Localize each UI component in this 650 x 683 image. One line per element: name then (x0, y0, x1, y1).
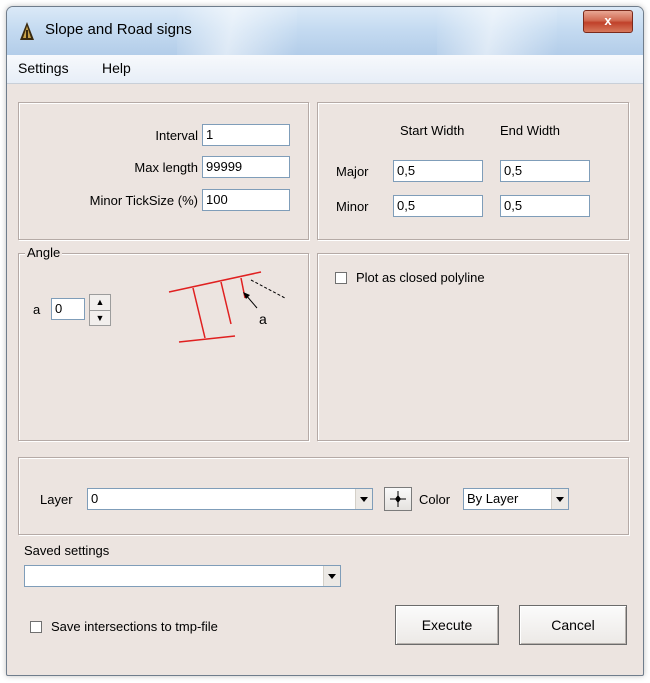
menu-help[interactable]: Help (102, 60, 131, 76)
angle-a-label: a (33, 302, 41, 317)
save-intersections-checkbox[interactable] (30, 621, 42, 633)
layer-label: Layer (40, 492, 73, 507)
layer-group: Layer 0 Color By Layer (18, 457, 629, 535)
minor-label: Minor (336, 199, 369, 214)
widths-group: Start Width End Width Major 0,5 0,5 Mino… (317, 102, 629, 240)
window-title: Slope and Road signs (45, 21, 192, 38)
angle-a-input[interactable]: 0 (51, 298, 85, 320)
angle-diagram: a (168, 271, 286, 343)
title-bar-glare (437, 7, 557, 55)
major-start-width-input[interactable]: 0,5 (393, 160, 483, 182)
color-dropdown-arrow-icon[interactable] (551, 489, 568, 509)
color-value: By Layer (467, 491, 519, 506)
start-width-header: Start Width (400, 123, 465, 138)
close-button[interactable]: x (583, 10, 633, 33)
max-length-input[interactable]: 99999 (202, 156, 290, 178)
title-bar-glare (177, 7, 297, 55)
spin-down-icon[interactable]: ▼ (90, 311, 110, 326)
saved-settings-dropdown[interactable] (24, 565, 341, 587)
menu-settings[interactable]: Settings (18, 60, 69, 76)
spin-up-icon[interactable]: ▲ (90, 295, 110, 311)
angle-spinner[interactable]: ▲ ▼ (89, 294, 111, 326)
closed-polyline-label: Plot as closed polyline (356, 270, 485, 285)
layer-dropdown[interactable]: 0 (87, 488, 373, 510)
angle-diagram-label: a (259, 311, 267, 327)
max-length-label: Max length (134, 160, 198, 175)
layer-value: 0 (91, 491, 99, 506)
major-label: Major (336, 164, 369, 179)
settings-group: Interval 1 Max length 99999 Minor TickSi… (18, 102, 309, 240)
angle-group: Angle a 0 ▲ ▼ a (18, 245, 309, 441)
saved-settings-label: Saved settings (24, 543, 110, 558)
dialog-window: Slope and Road signs x Settings Help Int… (6, 6, 644, 676)
title-bar[interactable]: Slope and Road signs x (7, 7, 643, 55)
menu-bar: Settings Help (7, 55, 643, 84)
major-end-width-input[interactable]: 0,5 (500, 160, 590, 182)
minor-start-width-input[interactable]: 0,5 (393, 195, 483, 217)
execute-button[interactable]: Execute (395, 605, 499, 645)
closed-polyline-checkbox[interactable] (335, 272, 347, 284)
end-width-header: End Width (500, 123, 560, 138)
color-dropdown[interactable]: By Layer (463, 488, 569, 510)
pick-layer-button[interactable] (384, 487, 412, 511)
save-intersections-label: Save intersections to tmp-file (51, 619, 218, 634)
interval-label: Interval (155, 128, 198, 143)
minor-ticksize-input[interactable]: 100 (202, 189, 290, 211)
angle-group-title: Angle (25, 245, 63, 260)
app-icon (20, 22, 34, 40)
cancel-button-label: Cancel (551, 617, 595, 633)
color-label: Color (419, 492, 451, 507)
close-icon: x (604, 13, 612, 28)
interval-input[interactable]: 1 (202, 124, 290, 146)
execute-button-label: Execute (421, 617, 473, 633)
minor-ticksize-label: Minor TickSize (%) (89, 193, 198, 208)
minor-end-width-input[interactable]: 0,5 (500, 195, 590, 217)
cancel-button[interactable]: Cancel (519, 605, 627, 645)
crosshair-icon (390, 491, 406, 507)
saved-settings-arrow-icon[interactable] (323, 566, 340, 586)
layer-dropdown-arrow-icon[interactable] (355, 489, 372, 509)
plot-options-group: Plot as closed polyline (317, 253, 629, 441)
